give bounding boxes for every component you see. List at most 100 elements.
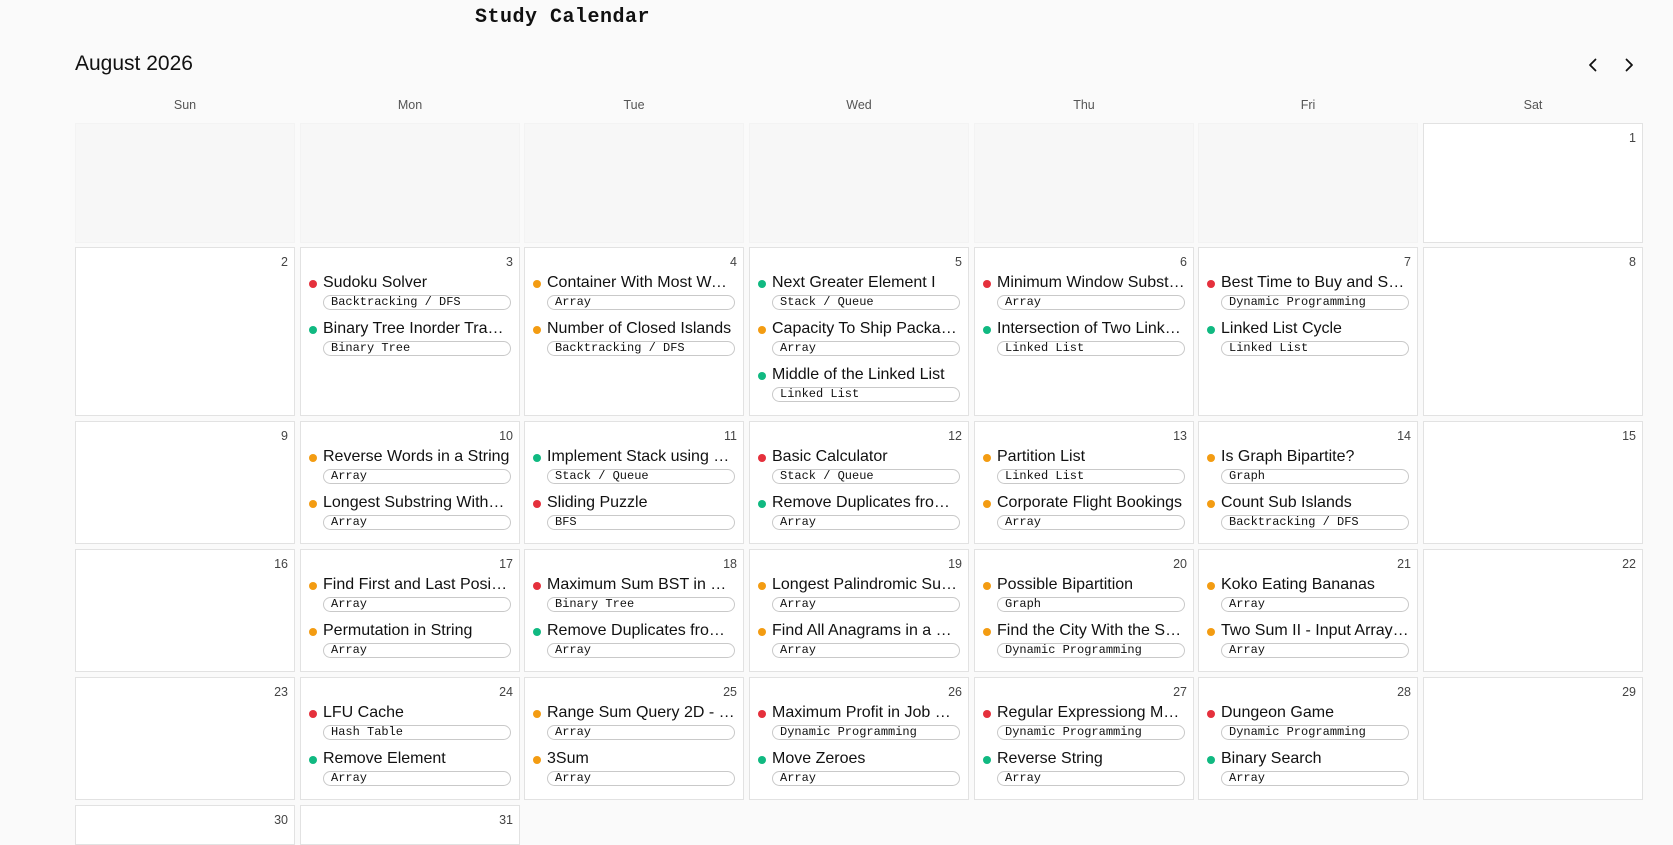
calendar-event[interactable]: Sudoku Solver Backtracking / DFS — [309, 274, 511, 321]
calendar-day-cell[interactable]: 28 Dungeon Game Dynamic Programming Binary … — [1198, 677, 1418, 800]
calendar-day-cell[interactable]: 23 — [75, 677, 295, 800]
day-number: 25 — [723, 685, 737, 699]
calendar-event[interactable]: Is Graph Bipartite? Graph — [1207, 448, 1409, 495]
calendar-event[interactable]: Partition List Linked List — [983, 448, 1185, 495]
event-title: Range Sum Query 2D - Immutable — [547, 704, 735, 721]
calendar-event[interactable]: LFU Cache Hash Table — [309, 704, 511, 751]
event-title: Minimum Window Substring — [997, 274, 1185, 291]
prev-month-button[interactable] — [1581, 53, 1605, 77]
calendar-event[interactable]: Two Sum II - Input Array Is Sorted Array — [1207, 622, 1409, 669]
calendar-day-cell[interactable]: 26 Maximum Profit in Job Scheduling Dynami… — [749, 677, 969, 800]
calendar-day-cell[interactable]: 10 Reverse Words in a String Array Longest … — [300, 421, 520, 544]
day-number: 9 — [281, 429, 288, 443]
calendar-day-cell[interactable]: 20 Possible Bipartition Graph Find the City… — [974, 549, 1194, 672]
calendar-event[interactable]: Regular Expressiong Matching Dynamic Prog… — [983, 704, 1185, 751]
calendar-day-cell[interactable]: 18 Maximum Sum BST in Binary Tree Binary T… — [524, 549, 744, 672]
calendar-event[interactable]: Capacity To Ship Packages Within D Days A… — [758, 320, 960, 367]
calendar-event[interactable]: Find the City With the Smallest Number o… — [983, 622, 1185, 669]
calendar-cell-empty — [974, 123, 1194, 243]
calendar-day-cell[interactable]: 2 — [75, 247, 295, 416]
calendar-event[interactable]: Middle of the Linked List Linked List — [758, 366, 960, 413]
event-title: Middle of the Linked List — [772, 366, 945, 383]
event-title: Remove Duplicates from Sorted Array — [547, 622, 735, 639]
calendar-day-cell[interactable]: 5 Next Greater Element I Stack / Queue Capa… — [749, 247, 969, 416]
calendar-day-cell[interactable]: 27 Regular Expressiong Matching Dynamic Pr… — [974, 677, 1194, 800]
topic-tag: Binary Tree — [547, 597, 735, 612]
event-title: Permutation in String — [323, 622, 473, 639]
event-title: Find All Anagrams in a String — [772, 622, 960, 639]
calendar-day-cell[interactable]: 29 — [1423, 677, 1643, 800]
calendar-event[interactable]: Best Time to Buy and Sell Stock Dynamic P… — [1207, 274, 1409, 321]
calendar-day-cell[interactable]: 15 — [1423, 421, 1643, 544]
calendar-day-cell[interactable]: 24 LFU Cache Hash Table Remove Element Array — [300, 677, 520, 800]
calendar-day-cell[interactable]: 30 — [75, 805, 295, 845]
calendar-event[interactable]: Find First and Last Position of Element A… — [309, 576, 511, 623]
calendar-event[interactable]: Corporate Flight Bookings Array — [983, 494, 1185, 541]
calendar-event[interactable]: Dungeon Game Dynamic Programming — [1207, 704, 1409, 751]
calendar-event[interactable]: Next Greater Element I Stack / Queue — [758, 274, 960, 321]
calendar-day-cell[interactable]: 25 Range Sum Query 2D - ImmutableArray3Su… — [524, 677, 744, 800]
calendar-day-cell[interactable]: 7 Best Time to Buy and Sell Stock Dynamic … — [1198, 247, 1418, 416]
calendar-day-cell[interactable]: 8 — [1423, 247, 1643, 416]
calendar-event[interactable]: Count Sub Islands Backtracking / DFS — [1207, 494, 1409, 541]
event-title: Next Greater Element I — [772, 274, 936, 291]
calendar-event[interactable]: Container With Most Water Array — [533, 274, 735, 321]
calendar-event[interactable]: Minimum Window Substring Array — [983, 274, 1185, 321]
calendar-event[interactable]: Remove Duplicates from Sorted Array Array — [533, 622, 735, 669]
calendar-day-cell[interactable]: 17 Find First and Last Position of Elemen… — [300, 549, 520, 672]
calendar-event[interactable]: Intersection of Two Linked Lists Linked L… — [983, 320, 1185, 367]
topic-tag: Dynamic Programming — [997, 643, 1185, 658]
calendar-event[interactable]: 3Sum Array — [533, 750, 735, 797]
calendar-event[interactable]: Reverse String Array — [983, 750, 1185, 797]
event-list: Maximum Profit in Job Scheduling Dynamic … — [758, 704, 960, 797]
calendar-day-cell[interactable]: 4 Container With Most Water Array Number of… — [524, 247, 744, 416]
calendar-day-cell[interactable]: 13 Partition List Linked List Corporate Fli… — [974, 421, 1194, 544]
event-title: Regular Expressiong Matching — [997, 704, 1185, 721]
event-title: Binary Tree Inorder Traversal — [323, 320, 511, 337]
calendar-day-cell[interactable]: 3 Sudoku Solver Backtracking / DFS Binary T… — [300, 247, 520, 416]
calendar-event[interactable]: Reverse Words in a String Array — [309, 448, 511, 495]
calendar-day-cell[interactable]: 6 Minimum Window Substring Array Intersecti… — [974, 247, 1194, 416]
calendar-event[interactable]: Possible Bipartition Graph — [983, 576, 1185, 623]
calendar-event[interactable]: Range Sum Query 2D - Immutable Array — [533, 704, 735, 751]
calendar-day-cell[interactable]: 19Longest Palindromic SubstringArrayFind… — [749, 549, 969, 672]
calendar-event[interactable]: Remove Element Array — [309, 750, 511, 797]
calendar-cell-empty — [75, 123, 295, 243]
calendar-event[interactable]: Koko Eating Bananas Array — [1207, 576, 1409, 623]
difficulty-dot-icon — [533, 454, 541, 462]
day-number: 2 — [281, 255, 288, 269]
calendar-day-cell[interactable]: 14 Is Graph Bipartite? Graph Count Sub Isla… — [1198, 421, 1418, 544]
calendar-event[interactable]: Maximum Sum BST in Binary Tree Binary Tre… — [533, 576, 735, 623]
calendar-event[interactable]: Binary Search Array — [1207, 750, 1409, 797]
difficulty-dot-icon — [533, 582, 541, 590]
next-month-button[interactable] — [1617, 53, 1641, 77]
calendar-event[interactable]: Find All Anagrams in a String Array — [758, 622, 960, 669]
calendar-event[interactable]: Longest Palindromic Substring Array — [758, 576, 960, 623]
calendar-day-cell[interactable]: 1 — [1423, 123, 1643, 243]
calendar-event[interactable]: Longest Substring Without Repeating Char… — [309, 494, 511, 541]
calendar-event[interactable]: Sliding Puzzle BFS — [533, 494, 735, 541]
event-title: Sliding Puzzle — [547, 494, 648, 511]
event-title: Reverse String — [997, 750, 1103, 767]
calendar-event[interactable]: Binary Tree Inorder Traversal Binary Tree — [309, 320, 511, 367]
calendar-day-cell[interactable]: 22 — [1423, 549, 1643, 672]
calendar-event[interactable]: Basic Calculator Stack / Queue — [758, 448, 960, 495]
calendar-day-cell[interactable]: 11 Implement Stack using Queues Stack / Qu… — [524, 421, 744, 544]
calendar-event[interactable]: Move Zeroes Array — [758, 750, 960, 797]
calendar-day-cell[interactable]: 16 — [75, 549, 295, 672]
difficulty-dot-icon — [983, 756, 991, 764]
topic-tag: Array — [772, 515, 960, 530]
topic-tag: Dynamic Programming — [1221, 295, 1409, 310]
calendar-event[interactable]: Permutation in String Array — [309, 622, 511, 669]
calendar-event[interactable]: Number of Closed Islands Backtracking / D… — [533, 320, 735, 367]
calendar-event[interactable]: Implement Stack using Queues Stack / Queu… — [533, 448, 735, 495]
topic-tag: Stack / Queue — [772, 469, 960, 484]
calendar-event[interactable]: Linked List Cycle Linked List — [1207, 320, 1409, 367]
calendar-day-cell[interactable]: 9 — [75, 421, 295, 544]
calendar-day-cell[interactable]: 12 Basic Calculator Stack / Queue Remove Du… — [749, 421, 969, 544]
calendar-event[interactable]: Remove Duplicates from Sorted Array Array — [758, 494, 960, 541]
calendar-day-cell[interactable]: 21 Koko Eating Bananas Array Two Sum II - I… — [1198, 549, 1418, 672]
event-list: Find First and Last Position of Element A… — [309, 576, 511, 669]
calendar-event[interactable]: Maximum Profit in Job Scheduling Dynamic … — [758, 704, 960, 751]
calendar-day-cell[interactable]: 31 — [300, 805, 520, 845]
